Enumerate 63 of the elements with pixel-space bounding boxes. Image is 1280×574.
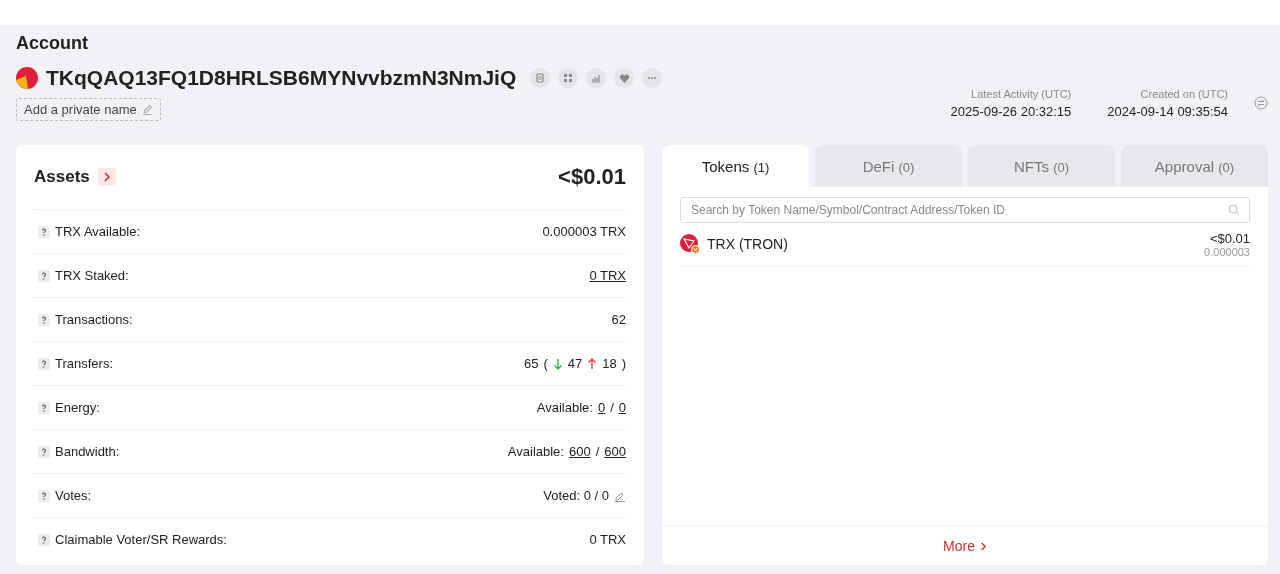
row-value: 62: [611, 312, 626, 327]
assets-title: Assets: [34, 167, 90, 187]
row-value: Voted: 0 / 0: [543, 488, 609, 503]
account-avatar-icon: [16, 67, 38, 89]
row-label: Energy:: [55, 400, 100, 415]
row-value: 65: [523, 356, 539, 371]
assets-total: <$0.01: [558, 164, 626, 190]
tab[interactable]: Approval (0): [1121, 145, 1268, 187]
token-logo-icon: [680, 234, 700, 254]
value-link[interactable]: 600: [568, 444, 591, 459]
row-value: /: [610, 400, 614, 415]
date-value: 2024-09-14 09:35:54: [1107, 103, 1228, 119]
help-icon[interactable]: [38, 533, 50, 546]
more-link[interactable]: More: [943, 538, 987, 554]
qr-code-icon[interactable]: [558, 68, 579, 88]
value-link[interactable]: 0: [597, 400, 606, 415]
row-label: Votes:: [55, 488, 92, 503]
token-name[interactable]: TRX (TRON): [707, 236, 788, 252]
row-label: Transactions:: [55, 312, 133, 327]
row-value: (: [543, 356, 548, 371]
chevron-icon[interactable]: [97, 168, 116, 186]
help-icon[interactable]: [38, 401, 50, 414]
token-amount: 0.000003: [1204, 245, 1250, 258]
swap-icon[interactable]: [1254, 96, 1268, 110]
help-icon[interactable]: [38, 269, 50, 282]
row-value: /: [595, 444, 600, 459]
help-icon[interactable]: [38, 313, 50, 326]
row-value: 18: [602, 356, 617, 371]
value-link[interactable]: 600: [604, 444, 626, 459]
date-value: 2025-09-26 20:32:15: [950, 103, 1072, 119]
date-label: Latest Activity (UTC): [971, 87, 1072, 100]
help-icon[interactable]: [38, 445, 50, 458]
row-value: Available:: [507, 444, 564, 459]
account-address: TKqQAQ13FQ1D8HRLSB6MYNvvbzmN3NmJiQ: [46, 66, 517, 90]
search-icon: [1228, 204, 1240, 216]
tab[interactable]: Tokens (1): [662, 145, 809, 187]
row-value: 0.000003 TRX: [542, 224, 626, 239]
value-link[interactable]: 0 TRX: [589, 268, 626, 283]
help-icon[interactable]: [38, 489, 50, 502]
tab[interactable]: NFTs (0): [968, 145, 1115, 187]
arrow-up-icon: [587, 357, 598, 370]
row-value: 47: [567, 356, 583, 371]
tab[interactable]: DeFi (0): [815, 145, 962, 187]
row-value: 0 TRX: [589, 532, 626, 547]
row-label: Bandwidth:: [55, 444, 120, 459]
row-value: ): [621, 356, 626, 371]
chevron-right-icon: [979, 541, 987, 551]
help-icon[interactable]: [38, 225, 50, 238]
add-private-name-button[interactable]: Add a private name: [16, 98, 161, 121]
more-icon[interactable]: [642, 68, 663, 88]
token-search-field[interactable]: Search by Token Name/Symbol/Contract Address/Token ID: [680, 197, 1250, 223]
row-label: Transfers:: [55, 356, 114, 371]
row-label: Claimable Voter/SR Rewards:: [55, 532, 227, 547]
row-label: TRX Available:: [55, 224, 141, 239]
page-title: Account: [16, 32, 89, 54]
row-label: TRX Staked:: [55, 268, 129, 283]
token-value: <$0.01: [1209, 230, 1250, 246]
help-icon[interactable]: [38, 357, 50, 370]
row-value: Available:: [536, 400, 593, 415]
value-link[interactable]: 0: [618, 400, 626, 415]
pencil-icon: [141, 104, 153, 115]
date-label: Created on (UTC): [1140, 87, 1228, 100]
arrow-down-icon: [552, 357, 563, 370]
